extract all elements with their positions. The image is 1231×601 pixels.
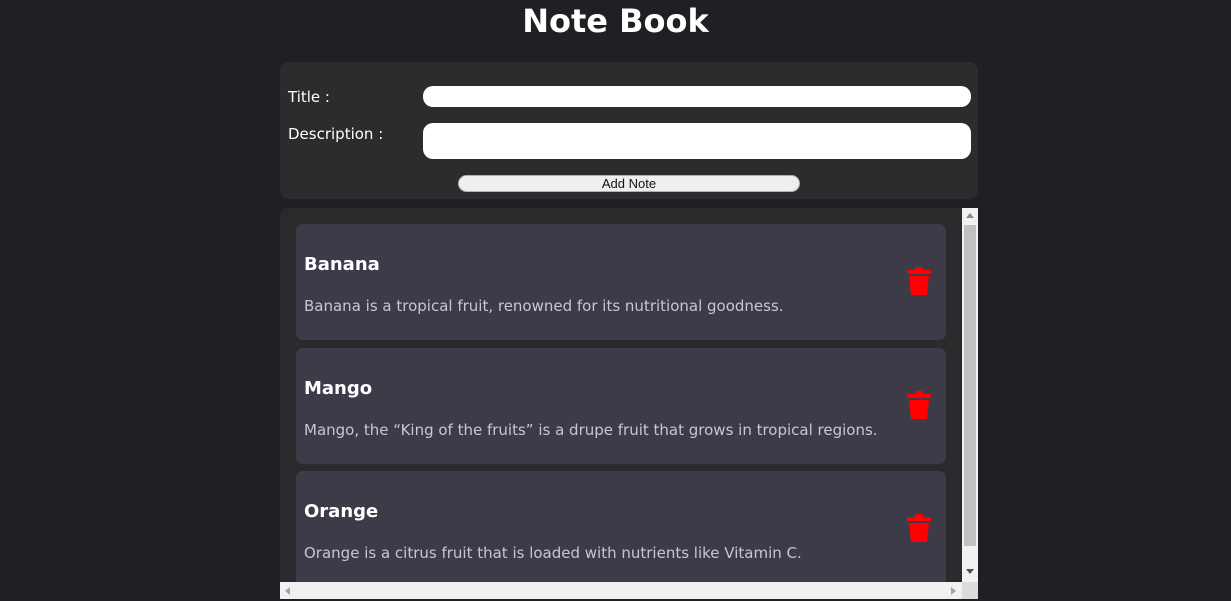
note-title: Banana [304, 254, 380, 275]
note-card: Banana Banana is a tropical fruit, renow… [296, 224, 946, 340]
scrollbar-corner [962, 582, 978, 599]
title-input[interactable] [423, 86, 971, 107]
notebook-app: Note Book Title : Description : Add Note… [0, 0, 1231, 601]
trash-icon[interactable] [907, 514, 931, 542]
description-input[interactable] [423, 123, 971, 159]
trash-icon[interactable] [907, 267, 931, 295]
note-description: Orange is a citrus fruit that is loaded … [304, 544, 802, 562]
notes-list[interactable]: Banana Banana is a tropical fruit, renow… [280, 208, 978, 599]
title-label: Title : [288, 88, 330, 106]
description-label: Description : [288, 125, 384, 143]
horizontal-scrollbar[interactable] [280, 582, 962, 599]
add-note-button[interactable]: Add Note [458, 175, 800, 192]
trash-icon[interactable] [907, 391, 931, 419]
scroll-up-arrow-icon[interactable] [966, 213, 974, 218]
scroll-down-arrow-icon[interactable] [966, 569, 974, 574]
scroll-right-arrow-icon[interactable] [951, 587, 956, 595]
scroll-left-arrow-icon[interactable] [285, 587, 290, 595]
note-description: Mango, the “King of the fruits” is a dru… [304, 421, 878, 439]
note-card: Orange Orange is a citrus fruit that is … [296, 471, 946, 587]
note-card: Mango Mango, the “King of the fruits” is… [296, 348, 946, 464]
note-description: Banana is a tropical fruit, renowned for… [304, 297, 784, 315]
add-note-form: Title : Description : Add Note [280, 62, 978, 199]
page-title: Note Book [522, 2, 709, 40]
vertical-scroll-thumb[interactable] [964, 225, 976, 546]
note-title: Mango [304, 378, 373, 399]
note-title: Orange [304, 501, 379, 522]
vertical-scrollbar[interactable] [962, 208, 978, 582]
